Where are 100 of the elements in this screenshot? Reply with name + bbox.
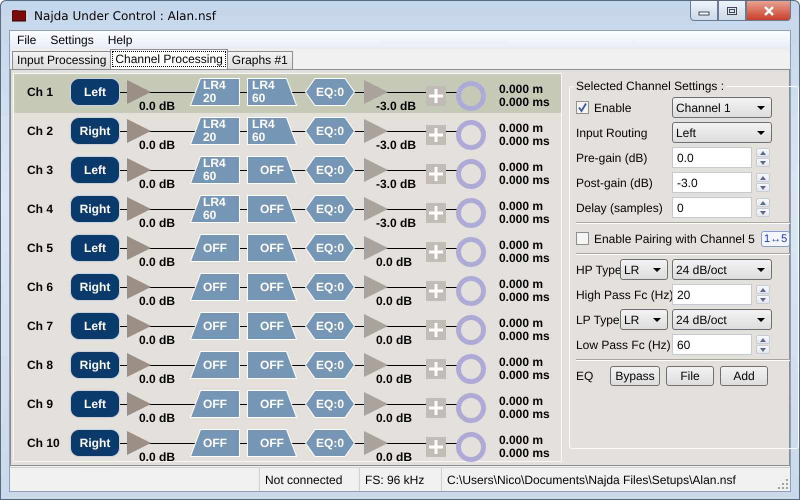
resize-grip-icon[interactable] [778, 479, 788, 489]
menu-item[interactable]: Help [106, 33, 140, 48]
minimize-button[interactable] [690, 1, 718, 21]
routing-button[interactable]: Left [70, 312, 120, 340]
channel-label: Ch 3 [26, 163, 54, 178]
menu-item[interactable]: File [16, 33, 44, 48]
checkbox-label[interactable]: Enable Pairing with Channel 5 [594, 232, 761, 246]
delay-value: 0.000 ms [499, 369, 550, 382]
dropdown[interactable]: Left [672, 122, 772, 144]
delay-value: 0.000 ms [499, 252, 550, 266]
group-title: Selected Channel Settings : [575, 79, 726, 94]
routing-button[interactable]: Right [70, 351, 120, 380]
gain-value: 0.0 dB [139, 255, 176, 270]
routing-button[interactable]: Right [70, 429, 120, 458]
field-label: Input Routing [576, 126, 648, 140]
checkbox[interactable] [576, 232, 589, 246]
distance-value: 0.000 m [499, 239, 544, 252]
spin-up-button[interactable] [756, 335, 770, 344]
distance-value: 0.000 m [499, 356, 544, 370]
spin-down-button[interactable] [756, 158, 770, 168]
down-arrow-icon [760, 186, 766, 190]
field-label: Pre-gain (dB) [576, 150, 648, 165]
routing-button[interactable]: Left [70, 390, 120, 418]
spin-down-button[interactable] [756, 295, 770, 304]
push-button[interactable]: Add [720, 366, 768, 386]
up-arrow-icon [760, 150, 766, 155]
dropdown[interactable]: 24 dB/oct [672, 259, 772, 280]
spin-down-button[interactable] [756, 345, 770, 354]
gain-value: 0.0 dB [376, 255, 414, 270]
gain-value: 0.0 dB [139, 177, 176, 192]
gain-value: -3.0 dB [376, 138, 418, 152]
input-field[interactable]: 20 [672, 284, 752, 306]
delay-value: 0.000 ms [499, 135, 550, 148]
caret-icon [757, 318, 765, 322]
distance-value: 0.000 m [499, 83, 544, 96]
close-icon [762, 6, 776, 16]
field-label: Post-gain (dB) [576, 176, 654, 190]
delay-value: 0.000 ms [499, 330, 550, 344]
tab[interactable]: Graphs #1 [226, 51, 293, 70]
checkbox[interactable] [576, 101, 589, 114]
gain-value: -3.0 dB [376, 99, 418, 114]
gain-value: 0.0 dB [139, 99, 176, 114]
spin-down-button[interactable] [756, 208, 770, 218]
spin-up-button[interactable] [756, 173, 770, 182]
status-text: Not connected [265, 472, 342, 487]
up-arrow-icon [760, 288, 766, 292]
input-field[interactable]: 0.0 [672, 147, 752, 168]
gain-value: -3.0 dB [376, 216, 418, 230]
routing-button[interactable]: Left [70, 156, 120, 184]
gain-value: 0.0 dB [139, 216, 176, 230]
close-button[interactable] [746, 1, 791, 21]
spin-up-button[interactable] [756, 285, 770, 294]
field-label: EQ [576, 368, 594, 383]
delay-value: 0.000 ms [499, 213, 550, 226]
routing-button[interactable]: Right [70, 273, 120, 302]
channel-label: Ch 5 [26, 241, 54, 256]
distance-value: 0.000 m [499, 395, 544, 408]
routing-button[interactable]: Right [70, 195, 120, 224]
push-button[interactable]: File [666, 366, 714, 386]
input-field[interactable]: 60 [672, 334, 752, 356]
gain-value: 0.0 dB [139, 138, 176, 152]
gain-value: 0.0 dB [376, 372, 414, 386]
gain-value: 0.0 dB [139, 294, 176, 308]
channel-label: Ch 1 [26, 85, 54, 100]
routing-button[interactable]: Left [70, 78, 120, 106]
gain-value: -3.0 dB [376, 177, 418, 192]
window-title: Najda Under Control : Alan.nsf [34, 8, 216, 22]
field-label: Delay (samples) [576, 200, 664, 215]
down-arrow-icon [760, 160, 766, 165]
delay-value: 0.000 ms [499, 408, 550, 422]
caret-icon [757, 130, 765, 135]
checkbox-label[interactable]: Enable [594, 100, 632, 115]
pair-button[interactable]: 1↔5 [761, 230, 790, 247]
dropdown[interactable]: LR [620, 309, 668, 330]
dropdown[interactable]: Channel 1 [672, 97, 772, 118]
spin-down-button[interactable] [756, 183, 770, 192]
delay-value: 0.000 ms [499, 96, 550, 110]
channel-row[interactable]: Ch 1 Left 0.0 dB LR4 20 LR4 60 EQ:0 -3.0 dB 0.000 m 0.000 ms [14, 74, 561, 114]
down-arrow-icon [760, 348, 766, 352]
tab[interactable]: Input Processing [12, 51, 112, 70]
spin-up-button[interactable] [756, 198, 770, 208]
routing-button[interactable]: Left [70, 234, 120, 262]
input-field[interactable]: 0 [672, 197, 752, 218]
gain-value: 0.0 dB [139, 450, 176, 464]
tab[interactable]: Channel Processing [110, 49, 228, 70]
delay-value: 0.000 ms [499, 291, 550, 304]
field-label: High Pass Fc (Hz) [576, 288, 672, 302]
up-arrow-icon [760, 200, 766, 205]
spin-up-button[interactable] [756, 148, 770, 158]
down-arrow-icon [760, 298, 766, 302]
channel-label: Ch 7 [26, 319, 54, 334]
push-button[interactable]: Bypass [610, 366, 660, 386]
dropdown[interactable]: 24 dB/oct [672, 309, 772, 330]
dropdown[interactable]: LR [620, 259, 668, 280]
gain-value: 0.0 dB [376, 411, 414, 426]
distance-value: 0.000 m [499, 434, 544, 448]
routing-button[interactable]: Right [70, 117, 120, 146]
menu-item[interactable]: Settings [49, 33, 101, 48]
maximize-button[interactable] [718, 1, 746, 21]
input-field[interactable]: -3.0 [672, 172, 752, 194]
